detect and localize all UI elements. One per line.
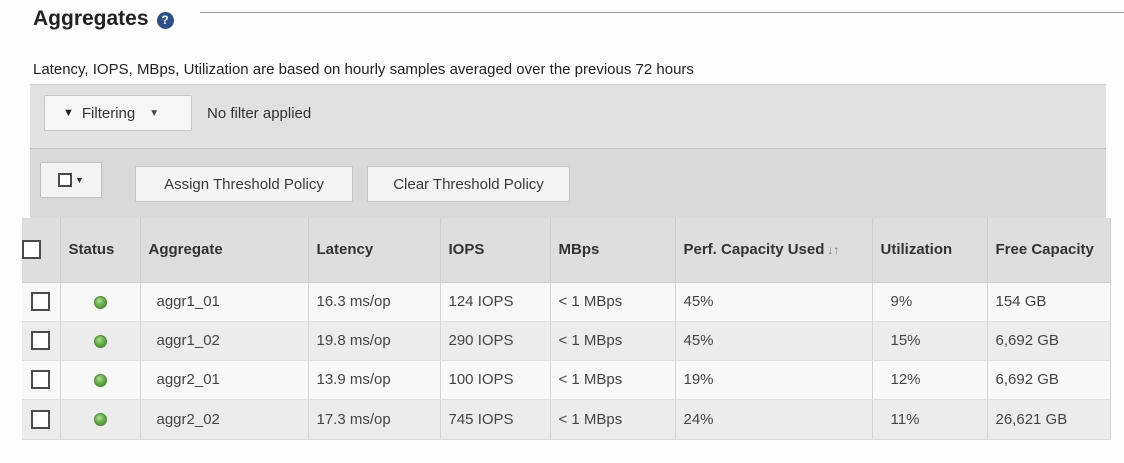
perf-capacity-label: Perf. Capacity Used [683,241,825,259]
table-row[interactable]: aggr1_02 19.8 ms/op 290 IOPS < 1 MBps 45… [22,321,1111,361]
header-divider [200,12,1124,13]
status-cell [60,399,141,440]
column-header-free-capacity[interactable]: Free Capacity [987,218,1111,283]
chevron-down-icon: ▼ [149,107,160,119]
row-checkbox[interactable] [31,409,51,429]
perf-capacity-value: 19% [675,360,873,400]
utilization-value: 12% [872,360,988,400]
iops-value: 745 IOPS [440,399,551,440]
iops-value: 290 IOPS [440,321,551,361]
column-header-utilization[interactable]: Utilization [872,218,988,283]
free-capacity-value: 26,621 GB [987,399,1111,440]
row-checkbox[interactable] [31,370,51,389]
utilization-value: 15% [872,321,988,361]
free-capacity-value: 6,692 GB [987,321,1111,361]
table-row[interactable]: aggr2_01 13.9 ms/op 100 IOPS < 1 MBps 19… [22,360,1111,400]
clear-threshold-policy-button[interactable]: Clear Threshold Policy [367,166,570,202]
row-checkbox-cell[interactable] [22,399,61,440]
column-header-aggregate[interactable]: Aggregate [140,218,309,283]
iops-value: 100 IOPS [440,360,551,400]
filter-status-text: No filter applied [207,105,312,122]
checkbox-icon [58,173,73,187]
row-checkbox[interactable] [31,331,51,350]
aggregate-name[interactable]: aggr2_01 [140,360,309,400]
mbps-value: < 1 MBps [550,282,676,322]
filtering-label: Filtering [81,104,136,122]
filter-bar: ▼ Filtering ▼ No filter applied [30,84,1106,148]
table-row[interactable]: aggr1_01 16.3 ms/op 124 IOPS < 1 MBps 45… [22,282,1111,322]
column-header-latency[interactable]: Latency [308,218,441,283]
funnel-icon: ▼ [63,107,74,119]
sort-icon[interactable]: ↓↑ [827,243,839,257]
row-checkbox[interactable] [31,292,51,311]
utilization-value: 11% [872,399,988,440]
help-icon[interactable]: ? [156,11,174,29]
aggregate-name[interactable]: aggr2_02 [140,399,309,440]
column-header-perf-capacity[interactable]: Perf. Capacity Used ↓↑ [675,218,873,283]
status-ok-icon [93,334,107,348]
perf-capacity-value: 45% [675,321,873,361]
latency-value: 17.3 ms/op [308,399,441,440]
status-ok-icon [93,373,107,387]
action-toolbar: ▼ Assign Threshold Policy Clear Threshol… [30,148,1106,218]
table-row[interactable]: aggr2_02 17.3 ms/op 745 IOPS < 1 MBps 24… [22,399,1111,440]
column-header-mbps[interactable]: MBps [550,218,676,283]
latency-value: 19.8 ms/op [308,321,441,361]
aggregate-name[interactable]: aggr1_02 [140,321,309,361]
page-title: Aggregates [33,7,149,30]
status-cell [60,321,141,361]
status-cell [60,360,141,400]
latency-value: 16.3 ms/op [308,282,441,322]
aggregate-name[interactable]: aggr1_01 [140,282,309,322]
select-all-checkbox[interactable] [22,240,41,260]
select-all-checkbox-header[interactable] [22,218,61,283]
free-capacity-value: 154 GB [987,282,1111,322]
status-cell [60,282,141,322]
free-capacity-value: 6,692 GB [987,360,1111,400]
aggregates-table: Status Aggregate Latency IOPS MBps Perf.… [22,218,1111,440]
iops-value: 124 IOPS [440,282,551,322]
page-header: Aggregates ? [33,7,174,31]
utilization-value: 9% [872,282,988,322]
row-checkbox-cell[interactable] [22,321,61,361]
perf-capacity-value: 24% [675,399,873,440]
status-ok-icon [93,295,107,309]
column-header-iops[interactable]: IOPS [440,218,551,283]
mbps-value: < 1 MBps [550,399,676,440]
filtering-dropdown-button[interactable]: ▼ Filtering ▼ [44,95,192,131]
mbps-value: < 1 MBps [550,321,676,361]
page-subtitle: Latency, IOPS, MBps, Utilization are bas… [33,61,694,78]
bulk-select-dropdown[interactable]: ▼ [40,162,102,198]
row-checkbox-cell[interactable] [22,282,61,322]
latency-value: 13.9 ms/op [308,360,441,400]
mbps-value: < 1 MBps [550,360,676,400]
table-header-row: Status Aggregate Latency IOPS MBps Perf.… [22,218,1111,283]
column-header-status[interactable]: Status [60,218,141,283]
chevron-down-icon: ▼ [75,175,84,185]
assign-threshold-policy-button[interactable]: Assign Threshold Policy [135,166,353,202]
perf-capacity-value: 45% [675,282,873,322]
row-checkbox-cell[interactable] [22,360,61,400]
status-ok-icon [93,413,107,427]
